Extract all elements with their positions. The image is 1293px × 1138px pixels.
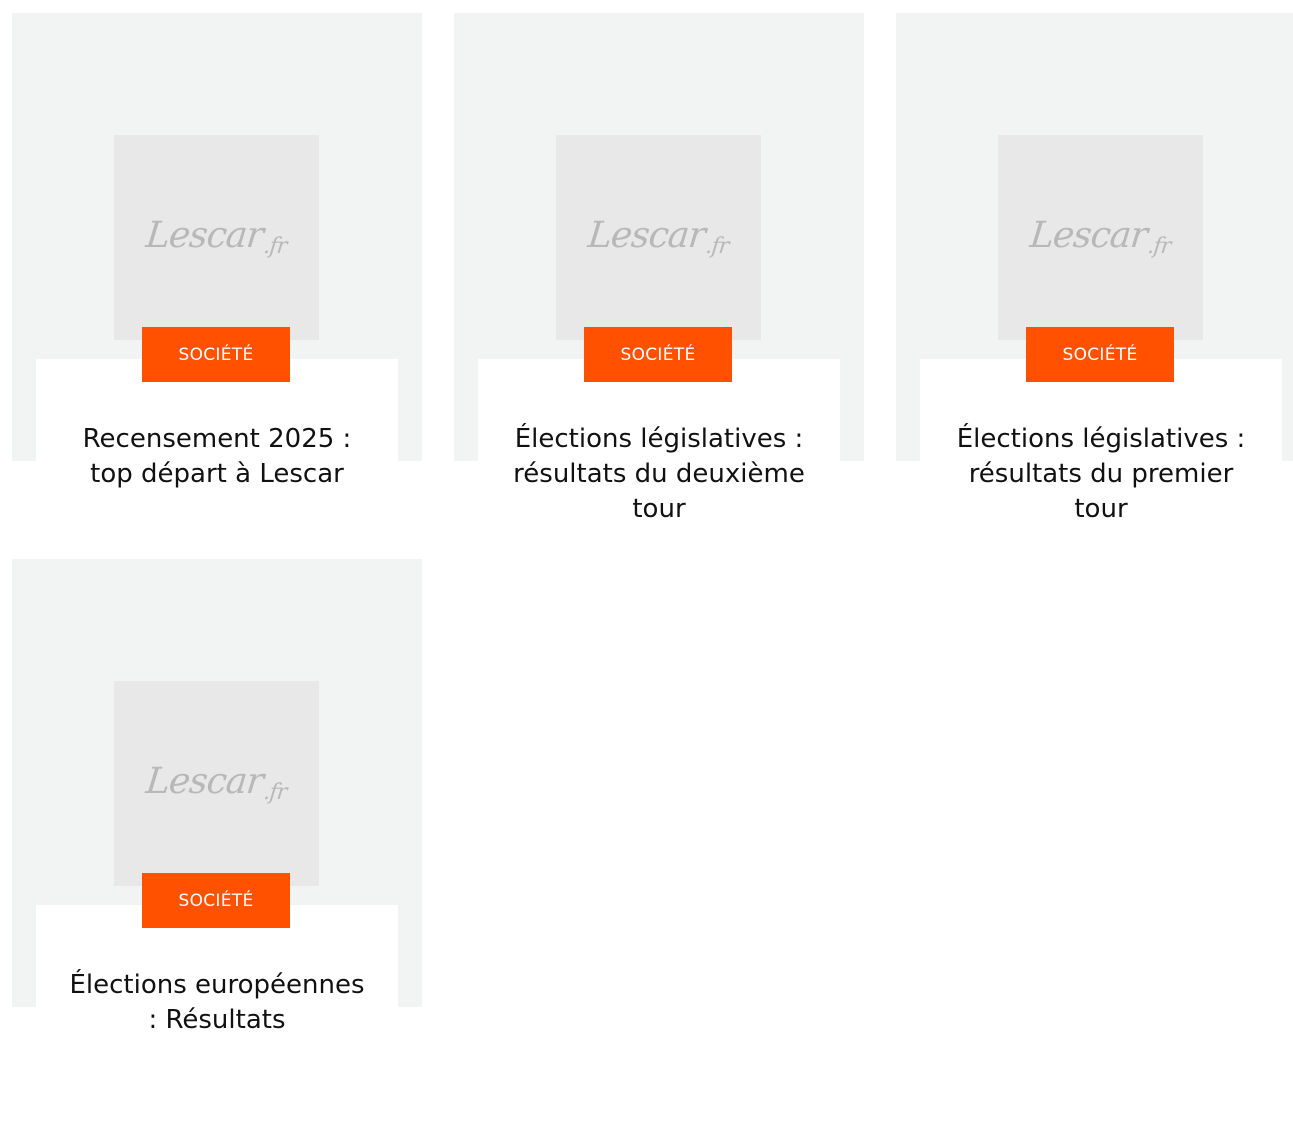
card-content: Élections législatives : résultats du pr… — [920, 359, 1282, 592]
article-thumbnail[interactable]: Lescar.fr — [114, 135, 319, 340]
lescar-logo: Lescar.fr — [1028, 215, 1174, 259]
category-badge[interactable]: SOCIÉTÉ — [584, 327, 732, 382]
article-title[interactable]: Élections législatives : résultats du de… — [509, 422, 809, 527]
logo-suffix: .fr — [262, 779, 288, 805]
article-card[interactable]: Lescar.fr SOCIÉTÉ Recensement 2025 : top… — [12, 13, 422, 592]
article-card[interactable]: Lescar.fr SOCIÉTÉ Élections législatives… — [454, 13, 864, 592]
category-badge[interactable]: SOCIÉTÉ — [1026, 327, 1174, 382]
lescar-logo: Lescar.fr — [586, 215, 732, 259]
article-thumbnail[interactable]: Lescar.fr — [998, 135, 1203, 340]
article-thumbnail[interactable]: Lescar.fr — [114, 681, 319, 886]
card-content: Recensement 2025 : top départ à Lescar — [36, 359, 398, 592]
category-badge[interactable]: SOCIÉTÉ — [142, 327, 290, 382]
article-title[interactable]: Élections européennes : Résultats — [67, 968, 367, 1038]
article-thumbnail[interactable]: Lescar.fr — [556, 135, 761, 340]
logo-text: Lescar — [585, 214, 707, 256]
logo-suffix: .fr — [1146, 233, 1172, 259]
lescar-logo: Lescar.fr — [144, 215, 290, 259]
article-title[interactable]: Élections législatives : résultats du pr… — [951, 422, 1251, 527]
logo-text: Lescar — [1027, 214, 1149, 256]
logo-suffix: .fr — [704, 233, 730, 259]
article-card[interactable]: Lescar.fr SOCIÉTÉ Élections législatives… — [896, 13, 1293, 592]
card-content: Élections législatives : résultats du de… — [478, 359, 840, 592]
article-title[interactable]: Recensement 2025 : top départ à Lescar — [67, 422, 367, 492]
lescar-logo: Lescar.fr — [144, 761, 290, 805]
card-content: Élections européennes : Résultats — [36, 905, 398, 1138]
logo-text: Lescar — [143, 214, 265, 256]
category-badge[interactable]: SOCIÉTÉ — [142, 873, 290, 928]
logo-suffix: .fr — [262, 233, 288, 259]
article-card[interactable]: Lescar.fr SOCIÉTÉ Élections européennes … — [12, 559, 422, 1138]
logo-text: Lescar — [143, 760, 265, 802]
